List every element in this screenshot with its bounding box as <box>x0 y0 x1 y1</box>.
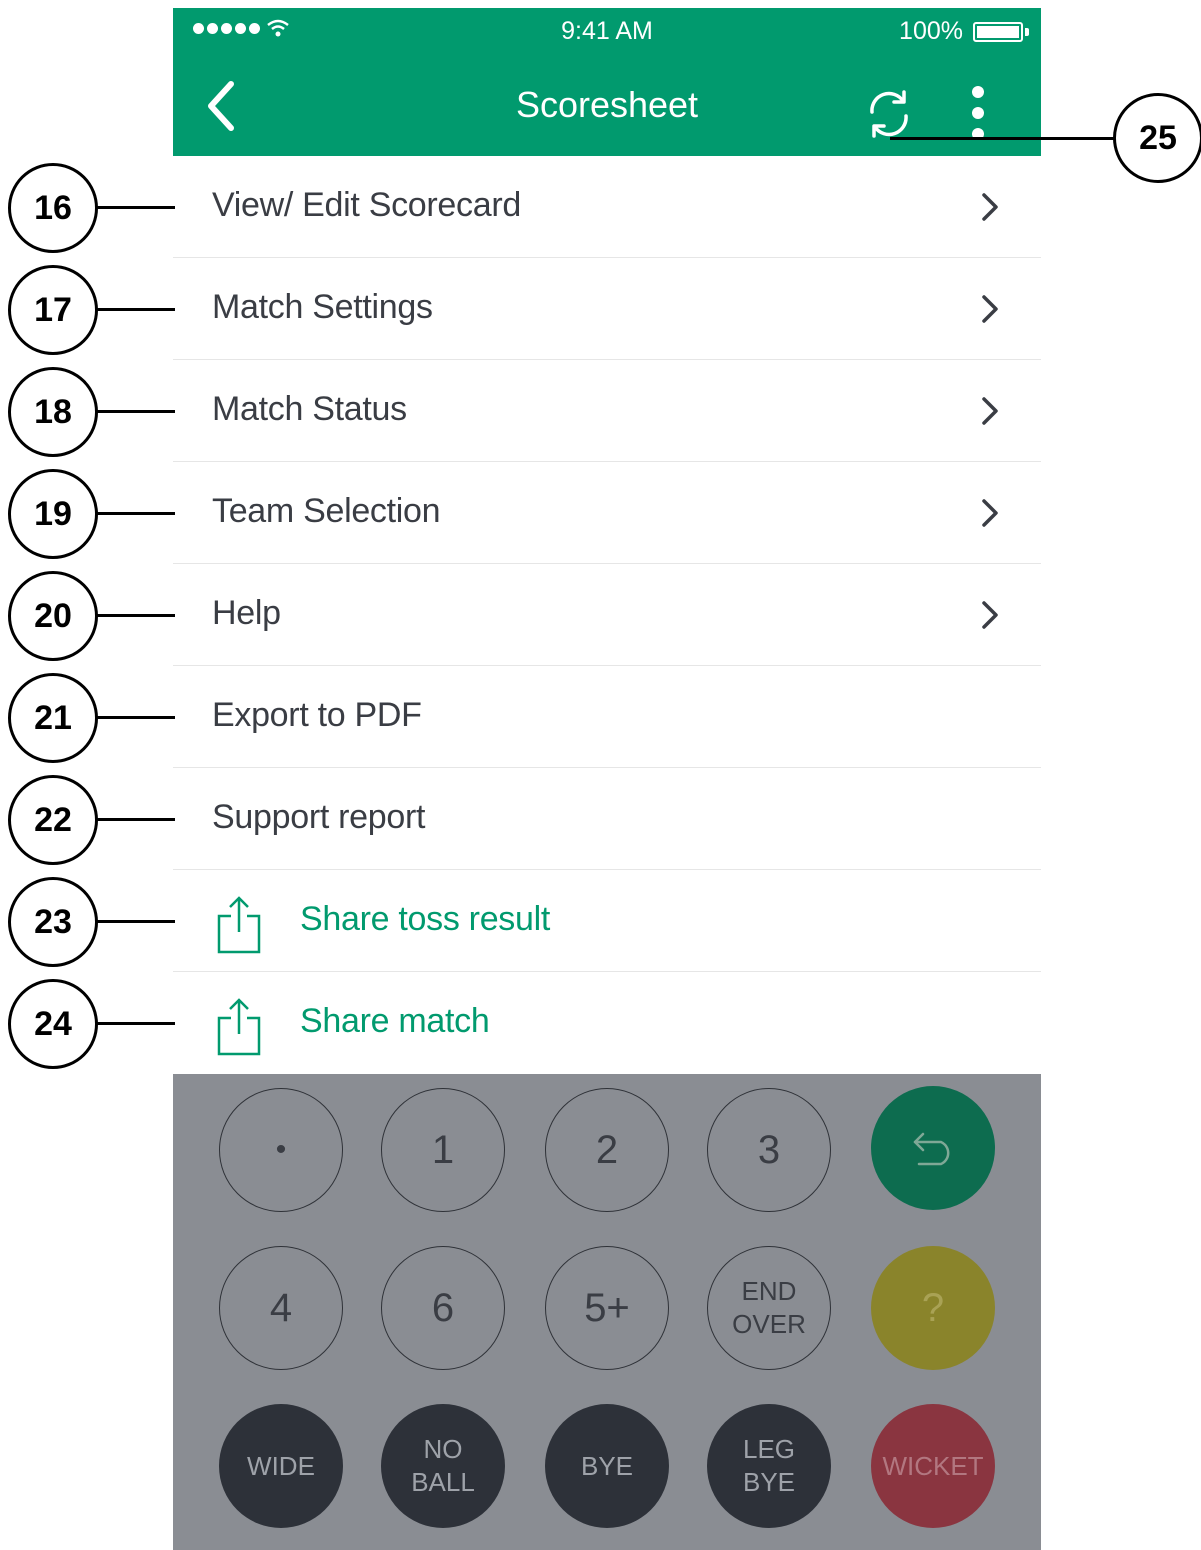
callout-number: 18 <box>34 392 72 431</box>
callout-number: 23 <box>34 902 72 941</box>
menu-item-match-settings[interactable]: Match Settings <box>173 258 1041 360</box>
key-label: NO BALL <box>411 1434 475 1497</box>
callout-18: 18 <box>8 367 98 457</box>
key-bye[interactable]: BYE <box>545 1404 669 1528</box>
callout-line <box>95 818 175 821</box>
menu-item-label: Match Settings <box>212 288 433 326</box>
callout-line <box>95 1022 175 1025</box>
key-label: WIDE <box>247 1450 315 1481</box>
chevron-right-icon <box>982 601 998 629</box>
menu-item-label: Match Status <box>212 390 407 428</box>
more-vertical-icon[interactable] <box>966 84 990 142</box>
phone-screen: 9:41 AM 100% Scoresheet View/ Edit Score… <box>173 8 1041 1550</box>
callout-line <box>95 308 175 311</box>
chevron-right-icon <box>982 193 998 221</box>
callout-line <box>95 410 175 413</box>
key-label: END OVER <box>732 1276 806 1339</box>
key-3[interactable]: 3 <box>707 1088 831 1212</box>
key-dot-ball[interactable]: • <box>219 1088 343 1212</box>
menu-item-label: Export to PDF <box>212 696 422 734</box>
callout-number: 21 <box>34 698 72 737</box>
callout-line <box>890 137 1118 140</box>
callout-20: 20 <box>8 571 98 661</box>
menu-item-label: Share toss result <box>300 900 551 938</box>
callout-19: 19 <box>8 469 98 559</box>
key-5-plus[interactable]: 5+ <box>545 1246 669 1370</box>
key-1[interactable]: 1 <box>381 1088 505 1212</box>
key-4[interactable]: 4 <box>219 1246 343 1370</box>
key-wide[interactable]: WIDE <box>219 1404 343 1528</box>
key-label: 4 <box>269 1285 293 1330</box>
chevron-right-icon <box>982 397 998 425</box>
key-wicket[interactable]: WICKET <box>871 1404 995 1528</box>
status-bar: 9:41 AM 100% <box>173 8 1041 56</box>
callout-23: 23 <box>8 877 98 967</box>
key-label: ? <box>921 1285 945 1330</box>
chevron-right-icon <box>982 295 998 323</box>
callout-number: 19 <box>34 494 72 533</box>
menu-item-match-status[interactable]: Match Status <box>173 360 1041 462</box>
key-label: BYE <box>580 1450 634 1481</box>
callout-line <box>95 512 175 515</box>
callout-line <box>95 920 175 923</box>
key-6[interactable]: 6 <box>381 1246 505 1370</box>
callout-number: 24 <box>34 1004 72 1043</box>
menu-item-label: Help <box>212 594 281 632</box>
callout-21: 21 <box>8 673 98 763</box>
key-leg-bye[interactable]: LEG BYE <box>707 1404 831 1528</box>
key-end-over[interactable]: END OVER <box>707 1246 831 1370</box>
menu-item-support-report[interactable]: Support report <box>173 768 1041 870</box>
callout-25: 25 <box>1113 93 1201 183</box>
key-label: 2 <box>595 1127 619 1172</box>
nav-bar: Scoresheet <box>173 56 1041 156</box>
help-key[interactable]: ? <box>871 1246 995 1370</box>
menu-item-label: Share match <box>300 1002 490 1040</box>
key-label: 3 <box>757 1127 781 1172</box>
key-label: WICKET <box>882 1450 984 1481</box>
menu-list: View/ Edit Scorecard Match Settings Matc… <box>173 156 1041 1074</box>
callout-line <box>95 614 175 617</box>
chevron-right-icon <box>982 499 998 527</box>
key-label: 6 <box>431 1285 455 1330</box>
refresh-icon[interactable] <box>863 88 915 140</box>
menu-item-share-toss-result[interactable]: Share toss result <box>173 870 1041 972</box>
menu-item-share-match[interactable]: Share match <box>173 972 1041 1074</box>
menu-item-view-edit-scorecard[interactable]: View/ Edit Scorecard <box>173 156 1041 258</box>
key-label: LEG BYE <box>742 1434 796 1497</box>
callout-number: 20 <box>34 596 72 635</box>
callout-number: 25 <box>1139 118 1177 157</box>
menu-item-team-selection[interactable]: Team Selection <box>173 462 1041 564</box>
battery-area: 100% <box>899 17 1029 46</box>
battery-icon <box>973 21 1023 42</box>
callout-16: 16 <box>8 163 98 253</box>
callout-number: 22 <box>34 800 72 839</box>
menu-item-label: Support report <box>212 798 426 836</box>
callout-17: 17 <box>8 265 98 355</box>
callout-line <box>95 716 175 719</box>
key-label: • <box>275 1133 287 1166</box>
share-icon <box>217 998 261 1056</box>
key-label: 1 <box>431 1127 455 1172</box>
menu-item-label: View/ Edit Scorecard <box>212 186 521 224</box>
key-label: 5+ <box>584 1285 630 1330</box>
undo-icon <box>913 1132 950 1166</box>
share-icon <box>217 896 261 954</box>
callout-number: 16 <box>34 188 72 227</box>
callout-22: 22 <box>8 775 98 865</box>
scoring-keypad: • 1 2 3 4 6 5+ END OVER ? WIDE NO BALL B… <box>173 1074 1041 1550</box>
battery-percent: 100% <box>899 17 963 45</box>
callout-line <box>95 206 175 209</box>
callout-24: 24 <box>8 979 98 1069</box>
callout-number: 17 <box>34 290 72 329</box>
undo-button[interactable] <box>871 1086 995 1210</box>
menu-item-label: Team Selection <box>212 492 441 530</box>
battery-tip <box>1025 27 1029 36</box>
menu-item-export-pdf[interactable]: Export to PDF <box>173 666 1041 768</box>
menu-item-help[interactable]: Help <box>173 564 1041 666</box>
key-no-ball[interactable]: NO BALL <box>381 1404 505 1528</box>
key-2[interactable]: 2 <box>545 1088 669 1212</box>
